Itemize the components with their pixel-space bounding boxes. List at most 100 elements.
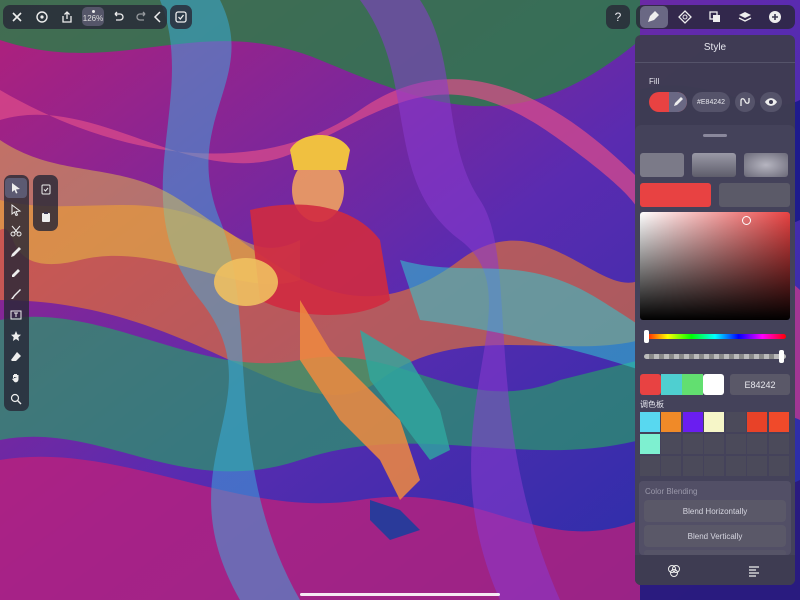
pen-icon: [11, 247, 21, 257]
opacity-slider-thumb[interactable]: [779, 350, 784, 363]
paste-button[interactable]: [35, 207, 57, 227]
eye-icon: [765, 98, 777, 106]
text-tool[interactable]: [5, 305, 27, 325]
add-tab[interactable]: [766, 8, 784, 26]
geometry-tab[interactable]: [676, 8, 694, 26]
palette-swatch[interactable]: [704, 412, 724, 432]
geometry-icon: [678, 10, 692, 24]
color-none-preview[interactable]: [719, 183, 790, 207]
zoom-label: 126%: [82, 14, 104, 23]
layers-icon: [738, 12, 752, 22]
gear-icon: [36, 11, 48, 23]
hue-slider[interactable]: [644, 334, 786, 339]
recent-color-3[interactable]: [682, 374, 703, 395]
blend-vertically-button[interactable]: Blend Vertically: [644, 525, 786, 547]
hand-tool[interactable]: [5, 368, 27, 388]
eyedropper-button[interactable]: [669, 92, 687, 112]
brush-icon: [11, 289, 21, 299]
collapse-toolbar-button[interactable]: [151, 9, 165, 25]
palette-swatch[interactable]: [640, 412, 660, 432]
redo-icon: [136, 11, 146, 21]
palette-swatch[interactable]: [769, 412, 789, 432]
select-tool[interactable]: [5, 178, 27, 198]
palette-empty-slot[interactable]: [661, 434, 681, 454]
brush-style-icon: [648, 11, 659, 22]
palette-empty-slot[interactable]: [683, 456, 703, 476]
undo-icon: [114, 11, 124, 21]
palette-empty-slot[interactable]: [661, 456, 681, 476]
star-icon: [11, 331, 21, 341]
checklist-button[interactable]: [172, 9, 190, 25]
popup-grabber[interactable]: [703, 134, 727, 137]
magnifier-icon: [10, 393, 22, 405]
pen-tool[interactable]: [5, 242, 27, 262]
recent-color-4[interactable]: [703, 374, 724, 395]
fill-hex-field[interactable]: #E84242: [692, 92, 730, 112]
checklist-icon: [175, 11, 187, 23]
brush-tool[interactable]: [5, 284, 27, 304]
blend-horizontally-button[interactable]: Blend Horizontally: [644, 500, 786, 522]
fill-type-linear-gradient[interactable]: [692, 153, 736, 177]
palette-swatch[interactable]: [747, 412, 767, 432]
menu-tab[interactable]: [745, 563, 763, 579]
share-button[interactable]: [58, 9, 76, 25]
palette-swatch[interactable]: [661, 412, 681, 432]
palette-empty-slot[interactable]: [747, 434, 767, 454]
fill-path-button[interactable]: [735, 92, 755, 112]
hand-icon: [12, 374, 19, 383]
eyedropper-icon: [674, 97, 683, 106]
direct-select-tool[interactable]: [5, 200, 27, 220]
palette-swatch[interactable]: [683, 412, 703, 432]
fill-visibility-button[interactable]: [760, 92, 782, 112]
palette-empty-slot[interactable]: [683, 434, 703, 454]
undo-button[interactable]: [109, 9, 127, 25]
style-panel: Style Fill #E84242 E84242 调色板 Color Blen…: [635, 35, 795, 585]
hex-input[interactable]: E84242: [730, 374, 790, 395]
palette-title: 调色板: [640, 400, 664, 409]
style-tab[interactable]: [640, 6, 668, 28]
saturation-brightness-field[interactable]: [640, 212, 790, 320]
fill-label: Fill: [649, 77, 660, 86]
close-button[interactable]: [8, 9, 26, 25]
eraser-tool[interactable]: [5, 347, 27, 367]
palette-empty-slot[interactable]: [769, 456, 789, 476]
arrange-tab[interactable]: [706, 8, 724, 26]
tool-options-button[interactable]: [35, 179, 57, 199]
palette-swatch[interactable]: [640, 434, 660, 454]
panel-bottom-bar: [635, 555, 795, 585]
palette-empty-slot[interactable]: [726, 434, 746, 454]
redo-button[interactable]: [133, 9, 151, 25]
color-new-preview[interactable]: [640, 183, 711, 207]
palette-empty-slot[interactable]: [726, 456, 746, 476]
settings-button[interactable]: [33, 9, 51, 25]
zoom-dot: [91, 10, 95, 13]
recent-color-2[interactable]: [661, 374, 682, 395]
zoom-indicator[interactable]: 126%: [82, 7, 104, 26]
fill-type-radial-gradient[interactable]: [744, 153, 788, 177]
palette-grid: [640, 412, 791, 478]
panel-title: Style: [703, 42, 727, 53]
layers-tab[interactable]: [736, 8, 754, 26]
color-picker-tab[interactable]: [665, 563, 683, 579]
palette-empty-slot[interactable]: [747, 456, 767, 476]
shape-tool[interactable]: [5, 326, 27, 346]
panel-title-divider: [635, 62, 795, 63]
pencil-tool[interactable]: [5, 263, 27, 283]
zoom-tool[interactable]: [5, 389, 27, 409]
pencil-icon: [12, 269, 20, 277]
palette-empty-slot[interactable]: [704, 456, 724, 476]
arrow-select-icon: [12, 183, 20, 194]
recent-color-1[interactable]: [640, 374, 661, 395]
palette-empty-slot[interactable]: [704, 434, 724, 454]
palette-empty-slot[interactable]: [640, 456, 660, 476]
color-cursor[interactable]: [742, 216, 751, 225]
text-icon: [10, 310, 22, 320]
opacity-slider[interactable]: [644, 354, 786, 359]
palette-empty-slot[interactable]: [769, 434, 789, 454]
scissors-tool[interactable]: [5, 221, 27, 241]
help-button[interactable]: ?: [606, 5, 630, 29]
fill-type-solid[interactable]: [640, 153, 684, 177]
palette-swatch[interactable]: [726, 412, 746, 432]
hue-slider-thumb[interactable]: [644, 330, 649, 343]
color-blending-title: Color Blending: [645, 487, 698, 496]
